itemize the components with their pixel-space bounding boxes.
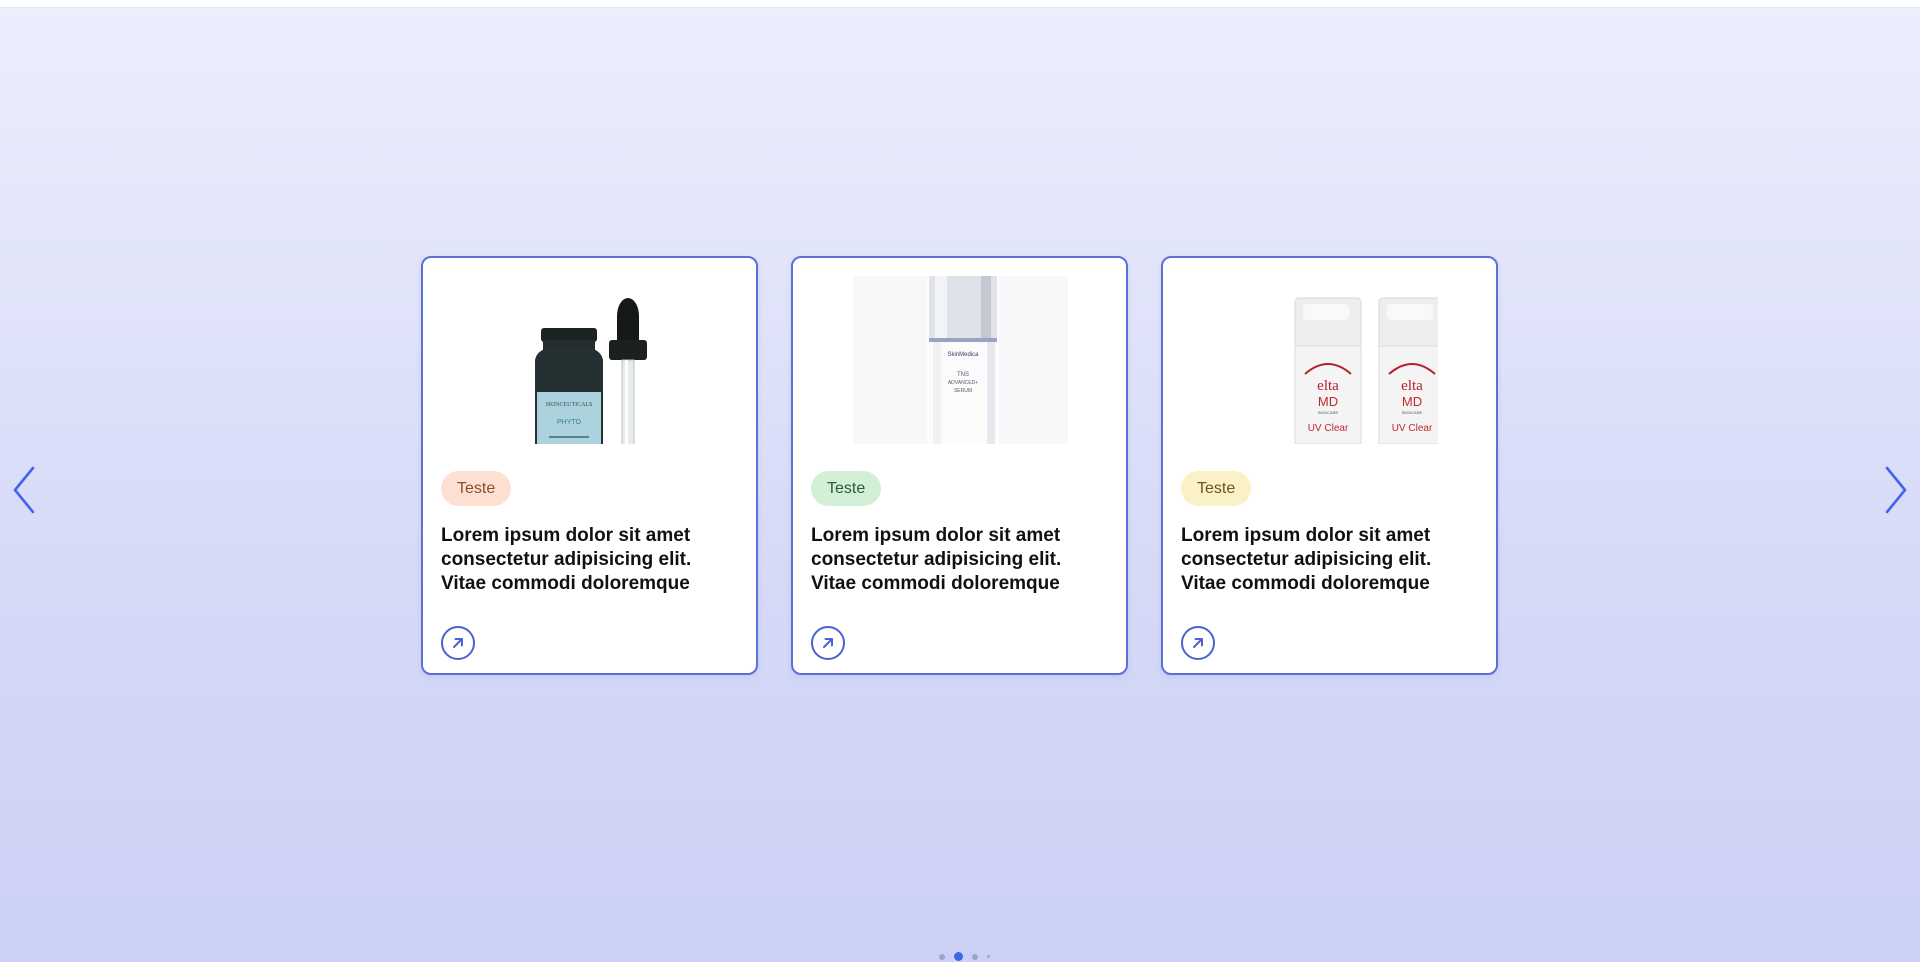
svg-text:SKINCARE: SKINCARE [1318,410,1339,415]
svg-text:elta: elta [1401,378,1423,394]
svg-text:SKINCARE: SKINCARE [1402,410,1423,415]
category-tag: Teste [1181,471,1252,506]
svg-text:SkinMedica: SkinMedica [947,352,979,358]
svg-text:MD: MD [1402,394,1422,409]
carousel-pagination [939,952,990,961]
svg-text:elta: elta [1317,378,1339,394]
card-description: Lorem ipsum dolor sit amet consectetur a… [811,525,1062,594]
pagination-dot-active[interactable] [954,952,963,961]
carousel-next-button[interactable] [1876,460,1916,520]
product-card[interactable]: SKINCEUTICALS PHYTO Teste Lorem ipsum do… [421,256,758,675]
card-open-button[interactable] [1181,626,1215,660]
carousel-section: SKINCEUTICALS PHYTO Teste Lorem ipsum do… [0,7,1920,962]
product-card[interactable]: SkinMedica TNS ADVANCED+ SERUM Teste Lor… [791,256,1128,675]
product-card[interactable]: elta MD SKINCARE UV Clear elta MD SKINCA… [1161,256,1498,675]
serum-bottle-image: SKINCEUTICALS PHYTO [483,276,698,444]
svg-text:PHYTO: PHYTO [557,419,582,426]
svg-text:SKINCEUTICALS: SKINCEUTICALS [545,402,592,408]
product-image: elta MD SKINCARE UV Clear elta MD SKINCA… [1223,276,1438,444]
pagination-dot[interactable] [939,953,945,960]
card-description: Lorem ipsum dolor sit amet consectetur a… [1181,525,1432,594]
svg-text:SERUM: SERUM [954,388,972,394]
svg-text:UV Clear: UV Clear [1308,423,1349,434]
sunscreen-bottles-image: elta MD SKINCARE UV Clear elta MD SKINCA… [1223,276,1438,444]
category-tag: Teste [441,471,512,506]
arrow-up-right-icon [453,638,463,648]
card-description: Lorem ipsum dolor sit amet consectetur a… [441,525,692,594]
card-open-button[interactable] [441,626,475,660]
pagination-dot[interactable] [972,953,978,960]
pagination-dot[interactable] [987,955,990,958]
category-tag: Teste [811,471,882,506]
carousel-prev-button[interactable] [4,460,44,520]
svg-text:MD: MD [1318,394,1338,409]
svg-text:TNS: TNS [957,372,969,378]
arrow-up-right-icon [823,638,833,648]
svg-text:ADVANCED+: ADVANCED+ [948,380,978,386]
chevron-left-icon [13,466,35,514]
product-image: SKINCEUTICALS PHYTO [483,276,698,444]
product-image: SkinMedica TNS ADVANCED+ SERUM [853,276,1068,444]
chevron-right-icon [1885,466,1907,514]
arrow-up-right-icon [1193,638,1203,648]
svg-text:UV Clear: UV Clear [1392,423,1433,434]
serum-bottle-image: SkinMedica TNS ADVANCED+ SERUM [853,276,1068,444]
card-open-button[interactable] [811,626,845,660]
